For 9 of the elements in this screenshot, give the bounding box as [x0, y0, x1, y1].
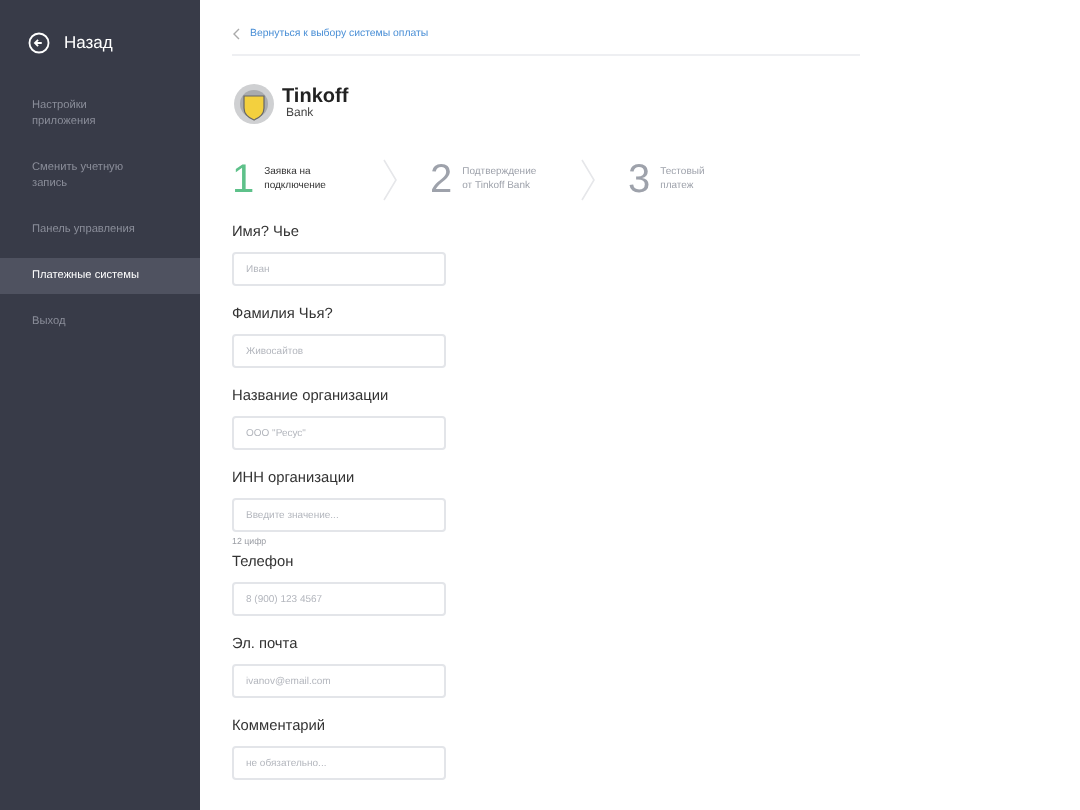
chevron-left-icon [232, 28, 240, 40]
logo-emblem-icon [232, 82, 276, 126]
logo-name: Tinkoff [282, 88, 349, 108]
step-number: 1 [232, 160, 255, 200]
step-number: 2 [430, 160, 453, 200]
chevron-right-icon [580, 158, 596, 202]
step-number: 3 [628, 160, 651, 200]
chevron-right-icon [382, 158, 398, 202]
back-button[interactable]: Назад [0, 24, 200, 60]
